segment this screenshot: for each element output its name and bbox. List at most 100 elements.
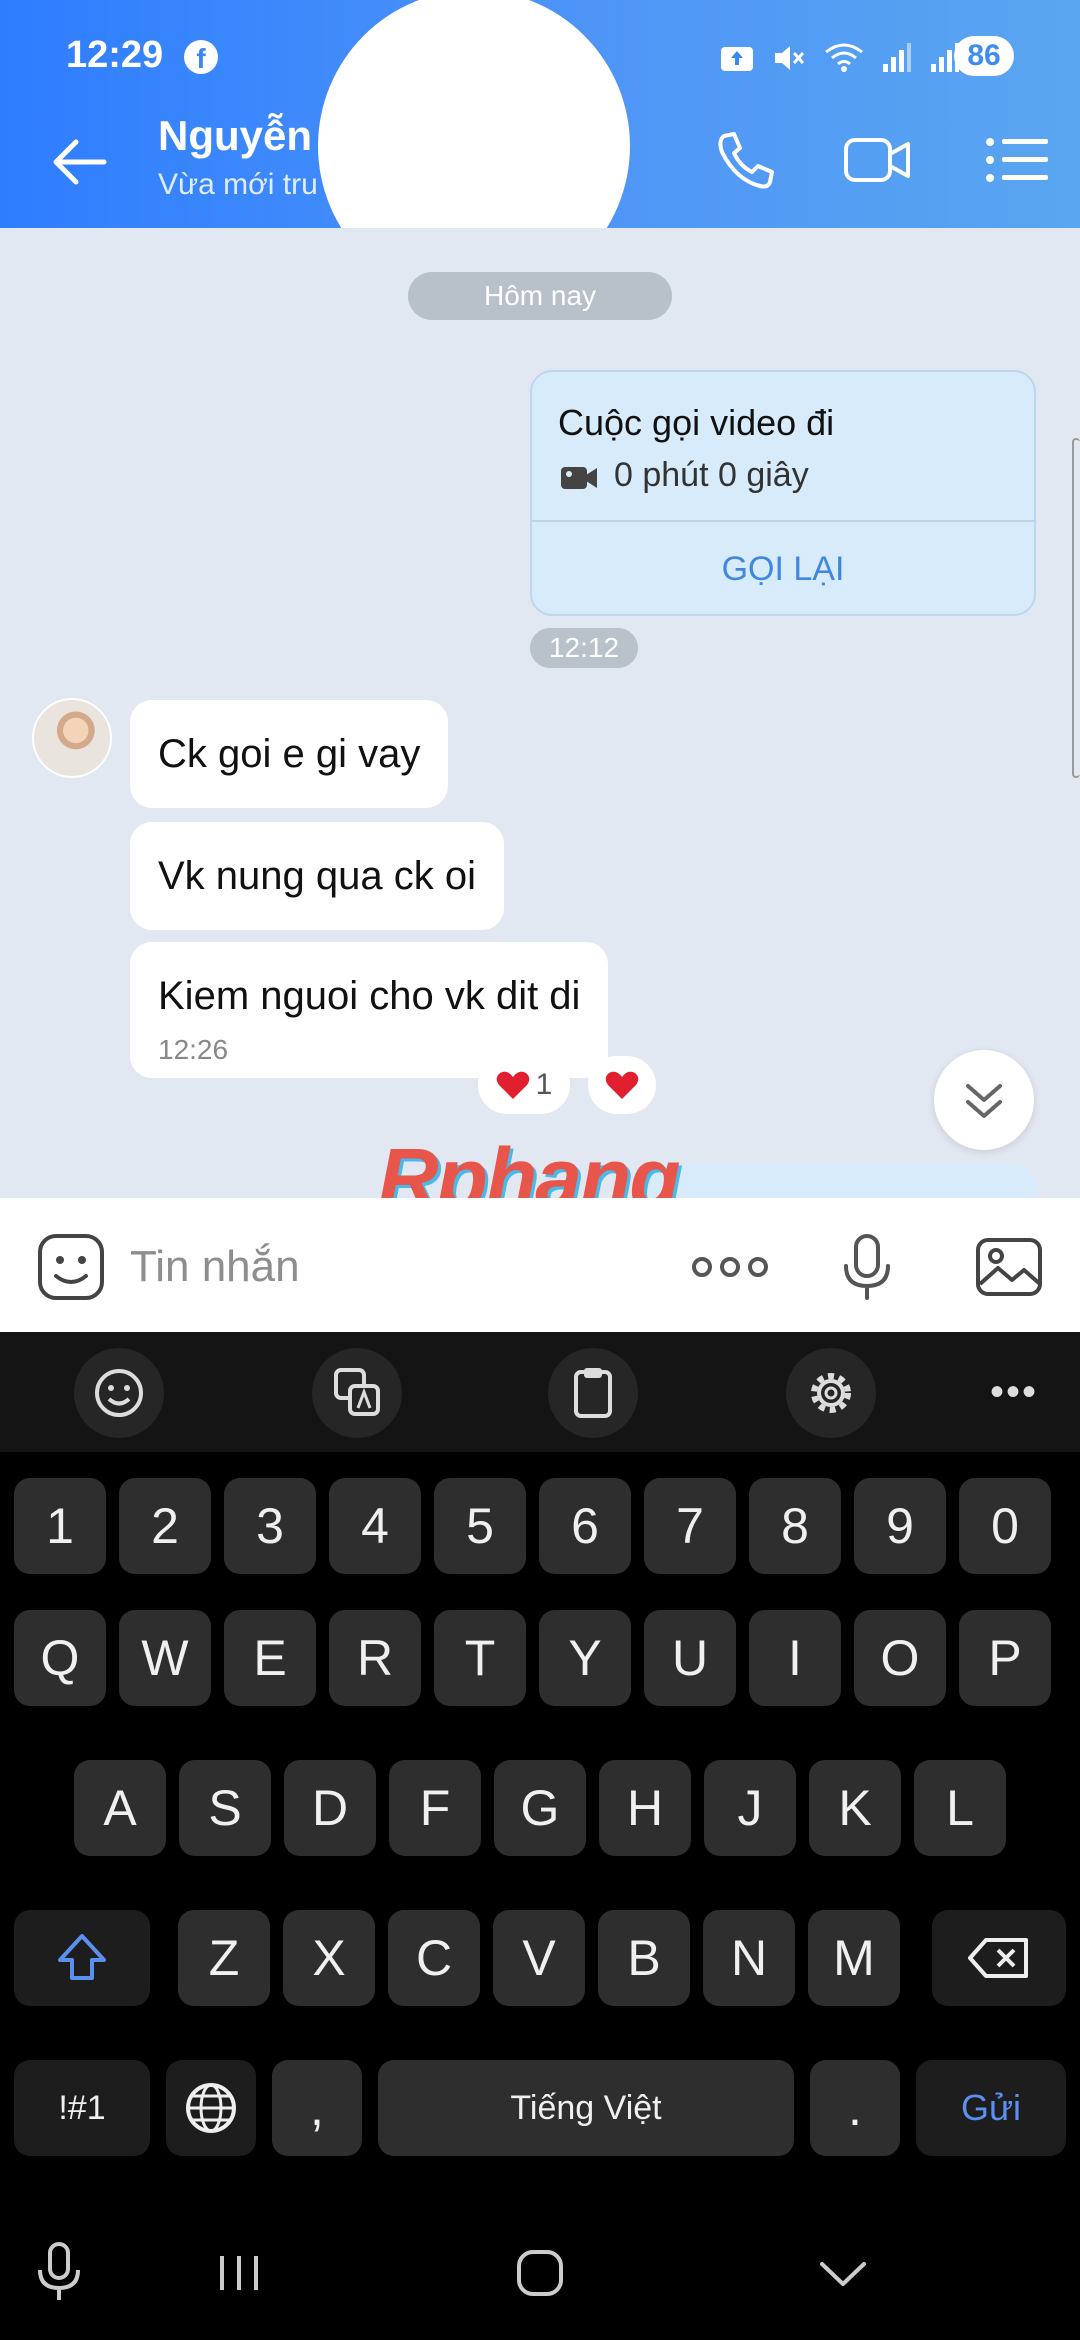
letter-key[interactable]: H [599, 1760, 691, 1856]
letter-key[interactable]: I [749, 1610, 841, 1706]
more-options-icon[interactable]: ••• [990, 1370, 1038, 1415]
backspace-key[interactable] [932, 1910, 1066, 2006]
reaction-summary[interactable]: 1 [478, 1056, 570, 1114]
message-bubble[interactable] [640, 1164, 1036, 1198]
language-key[interactable] [166, 2060, 256, 2156]
letter-key[interactable]: G [494, 1760, 586, 1856]
contact-name[interactable]: Nguyễn [158, 112, 312, 160]
letter-key[interactable]: V [493, 1910, 585, 2006]
message-bubble[interactable]: Vk nung qua ck oi [130, 822, 504, 930]
message-text: Ck goi e gi vay [158, 732, 421, 776]
back-icon[interactable] [46, 130, 110, 194]
letter-key[interactable]: X [283, 1910, 375, 2006]
contact-status: Vừa mới tru [158, 168, 318, 201]
letter-key[interactable]: T [434, 1610, 526, 1706]
period-key[interactable]: . [810, 2060, 900, 2156]
number-key[interactable]: 6 [539, 1478, 631, 1574]
letter-key[interactable]: M [808, 1910, 900, 2006]
number-key[interactable]: 2 [119, 1478, 211, 1574]
composer-bar: Tin nhắn [0, 1198, 1080, 1332]
message-bubble[interactable]: Ck goi e gi vay [130, 700, 449, 808]
space-key[interactable]: Tiếng Việt [378, 2060, 794, 2156]
video-call-icon[interactable] [842, 128, 912, 192]
navigation-bar [0, 2208, 1080, 2340]
letter-key[interactable]: L [914, 1760, 1006, 1856]
more-icon[interactable] [690, 1232, 770, 1302]
message-list[interactable]: Hôm nay Cuộc gọi video đi 0 phút 0 giây … [0, 228, 1080, 1198]
number-key[interactable]: 7 [644, 1478, 736, 1574]
letter-key[interactable]: S [179, 1760, 271, 1856]
settings-button[interactable] [786, 1348, 876, 1438]
video-camera-icon [561, 467, 597, 489]
shift-icon [58, 1934, 106, 1980]
upload-icon [721, 47, 753, 71]
image-icon[interactable] [974, 1232, 1044, 1302]
react-button[interactable] [588, 1056, 656, 1114]
hide-keyboard-icon[interactable] [808, 2238, 878, 2308]
keyboard: ••• 1234567890 QWERTYUIOP ASDFGHJKL ZXCV… [0, 1332, 1080, 2340]
shift-key[interactable] [14, 1910, 150, 2006]
scroll-to-bottom-button[interactable] [934, 1050, 1034, 1150]
number-key[interactable]: 1 [14, 1478, 106, 1574]
date-separator: Hôm nay [408, 272, 672, 320]
double-chevron-down-icon [966, 1084, 1002, 1118]
battery-level: 86 [954, 36, 1014, 76]
number-key[interactable]: 0 [959, 1478, 1051, 1574]
send-key[interactable]: Gửi [916, 2060, 1066, 2156]
letter-key[interactable]: R [329, 1610, 421, 1706]
side-handle[interactable] [1072, 438, 1080, 778]
status-icons [720, 38, 960, 78]
message-time: 12:12 [530, 628, 638, 668]
status-time: 12:29 [66, 34, 164, 76]
emoji-icon [95, 1369, 143, 1417]
number-key[interactable]: 5 [434, 1478, 526, 1574]
letter-key[interactable]: O [854, 1610, 946, 1706]
message-timestamp: 12:26 [158, 1034, 229, 1065]
number-key[interactable]: 3 [224, 1478, 316, 1574]
sticker-icon[interactable] [36, 1232, 106, 1302]
keyboard-toolbar: ••• [0, 1332, 1080, 1452]
letter-key[interactable]: C [388, 1910, 480, 2006]
facebook-icon: f [184, 40, 218, 74]
letter-key[interactable]: N [703, 1910, 795, 2006]
mute-icon [775, 46, 805, 70]
mic-icon[interactable] [832, 1232, 902, 1302]
call-again-button[interactable]: GỌI LẠI [532, 520, 1034, 614]
number-key[interactable]: 4 [329, 1478, 421, 1574]
letter-key[interactable]: Z [178, 1910, 270, 2006]
letter-key[interactable]: A [74, 1760, 166, 1856]
clipboard-button[interactable] [548, 1348, 638, 1438]
letter-key[interactable]: F [389, 1760, 481, 1856]
heart-icon [605, 1071, 639, 1099]
letter-key[interactable]: B [598, 1910, 690, 2006]
translate-button[interactable] [312, 1348, 402, 1438]
menu-icon[interactable] [982, 128, 1052, 192]
phone-icon[interactable] [710, 128, 780, 192]
letter-key[interactable]: J [704, 1760, 796, 1856]
message-text: Vk nung qua ck oi [158, 854, 476, 898]
video-call-card[interactable]: Cuộc gọi video đi 0 phút 0 giây GỌI LẠI [530, 370, 1036, 616]
letter-key[interactable]: P [959, 1610, 1051, 1706]
number-key[interactable]: 8 [749, 1478, 841, 1574]
letter-key[interactable]: Q [14, 1610, 106, 1706]
comma-key[interactable]: , [272, 2060, 362, 2156]
letter-key[interactable]: U [644, 1610, 736, 1706]
backspace-icon [968, 1938, 1028, 1978]
message-input[interactable]: Tin nhắn [130, 1242, 300, 1292]
letter-key[interactable]: E [224, 1610, 316, 1706]
wifi-icon [825, 43, 863, 72]
recent-apps-icon[interactable] [204, 2238, 274, 2308]
emoji-button[interactable] [74, 1348, 164, 1438]
letter-key[interactable]: W [119, 1610, 211, 1706]
avatar[interactable] [32, 698, 112, 778]
watermark: Rphang [378, 1131, 681, 1198]
call-duration: 0 phút 0 giây [614, 456, 809, 494]
number-key[interactable]: 9 [854, 1478, 946, 1574]
letter-key[interactable]: Y [539, 1610, 631, 1706]
letter-key[interactable]: K [809, 1760, 901, 1856]
home-icon[interactable] [505, 2238, 575, 2308]
symbols-key[interactable]: !#1 [14, 2060, 150, 2156]
signal-icon [883, 43, 911, 72]
letter-key[interactable]: D [284, 1760, 376, 1856]
mic-icon[interactable] [24, 2238, 94, 2308]
